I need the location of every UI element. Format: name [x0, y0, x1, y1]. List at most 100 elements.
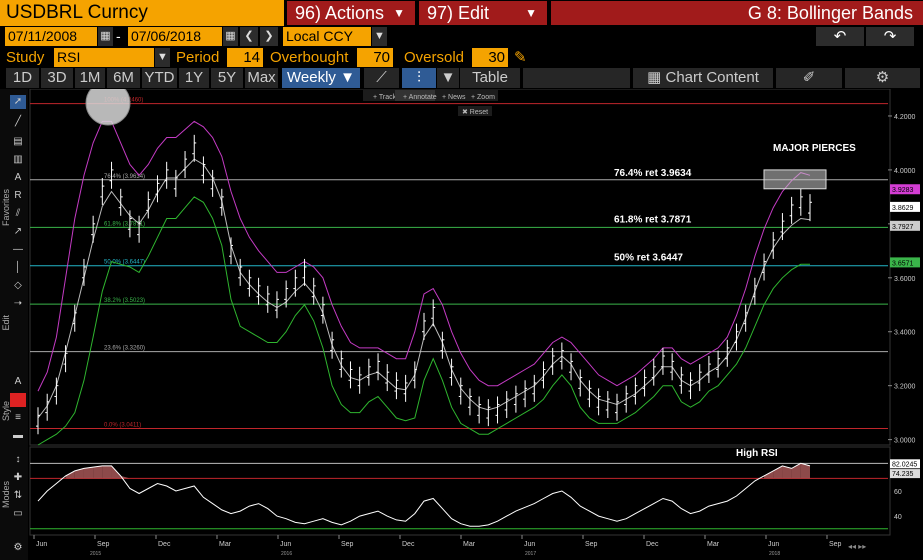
measure-icon[interactable]: ↕ — [10, 453, 26, 467]
price-tag-label: 3.9283 — [892, 187, 914, 194]
rsi-tick-label: 40 — [894, 514, 902, 521]
y-tick-label: 3.6000 — [894, 276, 916, 283]
chart-content-button[interactable]: ▦ Chart Content — [633, 68, 773, 88]
x-year-label: 2016 — [281, 551, 292, 557]
x-year-label: 2018 — [769, 551, 780, 557]
fib-50-annotation: 50% ret 3.6447 — [614, 253, 683, 264]
arrow-icon[interactable]: ➝ — [10, 297, 26, 311]
reset-label: ✖ Reset — [462, 109, 488, 116]
bar-chart-icon[interactable]: ⫶ — [402, 68, 436, 88]
cursor-icon[interactable]: ➚ — [10, 95, 26, 109]
ruler-icon[interactable]: ▭ — [10, 507, 26, 521]
edit-menu[interactable]: 97) Edit ▼ — [419, 1, 547, 25]
currency-select[interactable]: Local CCY — [283, 27, 371, 46]
period-field[interactable]: 14 — [227, 48, 263, 67]
major-pierces-annotation: MAJOR PIERCES — [773, 143, 856, 154]
scroll-arrows-icon: ◂◂ ▸▸ — [848, 542, 866, 551]
drawing-toolbar: ➚ ╱ ▤ ▥ A R ⫽ ↗ ― │ ◇ ➝ A ≡ ▬ ↕ ✚ ⇅ ▭ ⚙ … — [0, 89, 28, 560]
edit-icon[interactable]: ✐ — [776, 68, 842, 88]
range-button-ytd[interactable]: YTD — [142, 68, 177, 88]
overbought-field[interactable]: 70 — [357, 48, 393, 67]
fib-label: 0.0% (3.0411) — [104, 423, 141, 429]
channel-icon[interactable]: ⫽ — [10, 207, 26, 221]
chevron-down-icon: ▼ — [525, 6, 537, 20]
settings-icon[interactable]: ⚙ — [10, 541, 26, 555]
security-title[interactable]: USDBRL Curncy — [0, 0, 284, 26]
end-date-field[interactable]: 07/06/2018 — [128, 27, 222, 46]
rsi-tag-label: 82.0245 — [892, 461, 917, 468]
line-chart-icon[interactable]: ⟋ — [364, 68, 399, 88]
fib-icon[interactable]: ▥ — [10, 153, 26, 167]
pencil-icon[interactable]: ✎ — [514, 48, 527, 67]
x-year-label: 2015 — [90, 551, 101, 557]
range-button-max[interactable]: Max — [245, 68, 278, 88]
chevron-down-icon[interactable]: ▼ — [155, 48, 170, 67]
chevron-left-icon[interactable]: ❮ — [240, 27, 258, 46]
range-button-6m[interactable]: 6M — [107, 68, 140, 88]
x-year-label: 2017 — [525, 551, 536, 557]
oversold-field[interactable]: 30 — [472, 48, 508, 67]
x-tick-label: Sep — [97, 541, 110, 548]
oversold-label: Oversold — [404, 49, 465, 66]
study-select[interactable]: RSI — [54, 48, 154, 67]
high-rsi-annotation: High RSI — [736, 448, 778, 459]
x-tick-label: Jun — [280, 541, 291, 548]
scale-icon[interactable]: ⇅ — [10, 489, 26, 503]
y-tick-label: 4.0000 — [894, 168, 916, 175]
rsi-overbought-fill — [83, 467, 94, 479]
x-tick-label: Jun — [768, 541, 779, 548]
calendar-icon[interactable]: ▦ — [223, 27, 238, 46]
chevron-down-icon[interactable]: ▼ — [437, 68, 459, 88]
rsi-tag-label: 74.235 — [892, 471, 914, 478]
chevron-down-icon[interactable]: ▼ — [372, 27, 387, 46]
range-button-1y[interactable]: 1Y — [179, 68, 209, 88]
x-tick-label: Mar — [707, 541, 720, 548]
period-label: Period — [176, 49, 220, 66]
line-weight-icon[interactable]: ≡ — [10, 411, 26, 425]
trend-icon[interactable]: ↗ — [10, 225, 26, 239]
chevron-down-icon: ▼ — [340, 69, 355, 86]
y-tick-label: 3.0000 — [894, 438, 916, 445]
price-chart[interactable]: + Track+ Annotate+ News+ Zoom✖ Reset100%… — [28, 89, 923, 560]
hline-icon[interactable]: ― — [10, 243, 26, 257]
x-tick-label: Sep — [341, 541, 354, 548]
range-button-1m[interactable]: 1M — [75, 68, 105, 88]
start-date-field[interactable]: 07/11/2008 — [5, 27, 97, 46]
y-tick-label: 3.4000 — [894, 330, 916, 337]
price-tag-label: 3.7927 — [892, 224, 914, 231]
actions-menu[interactable]: 96) Actions ▼ — [287, 1, 415, 25]
line-tool-icon[interactable]: ╱ — [10, 115, 26, 129]
vline-icon[interactable]: │ — [10, 261, 26, 275]
text-icon[interactable]: A — [10, 171, 26, 185]
retracement-icon[interactable]: R — [10, 189, 26, 203]
table-button[interactable]: Table — [460, 68, 520, 88]
crosshair-icon[interactable]: ✚ — [10, 471, 26, 485]
ruler-icon[interactable]: ▤ — [10, 135, 26, 149]
color-swatch-icon[interactable] — [10, 393, 26, 407]
x-tick-label: Dec — [158, 541, 171, 548]
x-tick-label: Jun — [36, 541, 47, 548]
line-style-icon[interactable]: ▬ — [10, 429, 26, 443]
x-tick-label: Dec — [402, 541, 415, 548]
font-icon[interactable]: A — [10, 375, 26, 389]
range-button-5y[interactable]: 5Y — [211, 68, 243, 88]
gear-icon[interactable]: ⚙ — [845, 68, 920, 88]
price-tag-label: 3.6571 — [892, 260, 914, 267]
edit-menu-label: 97) Edit — [427, 3, 490, 23]
fib-label: 23.6% (3.3260) — [104, 346, 145, 352]
frequency-select[interactable]: Weekly ▼ — [282, 68, 360, 88]
range-button-3d[interactable]: 3D — [41, 68, 73, 88]
shapes-icon[interactable]: ◇ — [10, 279, 26, 293]
chevron-right-icon[interactable]: ❯ — [260, 27, 278, 46]
x-tick-label: Jun — [524, 541, 535, 548]
y-tick-label: 4.2000 — [894, 114, 916, 121]
y-tick-label: 3.2000 — [894, 384, 916, 391]
news-tool: + News — [442, 94, 466, 101]
annotate-tool: + Annotate — [403, 94, 437, 101]
redo-icon[interactable]: ↷ — [866, 27, 914, 46]
calendar-icon[interactable]: ▦ — [98, 27, 113, 46]
price-tag-label: 3.8629 — [892, 205, 914, 212]
range-button-1d[interactable]: 1D — [6, 68, 39, 88]
undo-icon[interactable]: ↶ — [816, 27, 864, 46]
style-label: Style — [1, 401, 11, 422]
